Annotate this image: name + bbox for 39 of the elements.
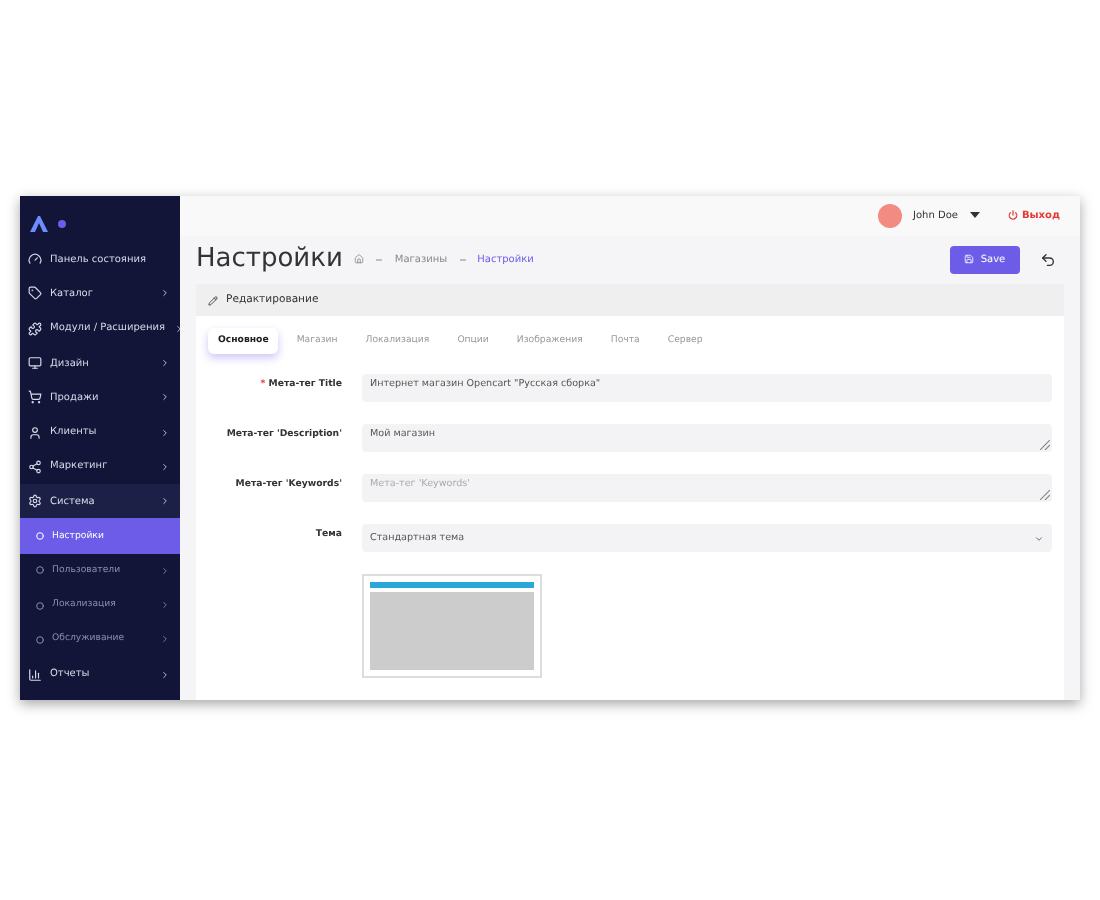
chevron-right-icon — [160, 461, 170, 472]
chevron-right-icon — [160, 634, 170, 645]
cart-icon — [28, 390, 42, 405]
chevron-right-icon — [160, 669, 170, 680]
monitor-icon — [28, 356, 42, 371]
bar-chart-icon — [28, 667, 42, 682]
floppy-disk-icon — [964, 254, 975, 265]
chevron-right-icon — [160, 565, 170, 576]
gauge-icon — [28, 252, 42, 267]
dash-icon — [376, 257, 383, 262]
circle-icon — [36, 635, 44, 644]
chevron-right-icon — [173, 323, 184, 334]
tag-icon — [28, 286, 42, 301]
circle-icon — [36, 532, 44, 541]
avatar[interactable] — [877, 203, 902, 228]
caret-icon — [969, 211, 980, 220]
power-icon — [1007, 210, 1018, 221]
chevron-right-icon — [160, 288, 170, 299]
circle-icon — [36, 566, 44, 575]
logo-icon — [30, 215, 48, 231]
chevron-right-icon — [160, 392, 170, 403]
chevron-right-icon — [160, 496, 170, 507]
circle-icon — [36, 601, 44, 610]
dash-icon — [459, 257, 466, 262]
chevron-right-icon — [160, 427, 170, 438]
chevron-down-icon — [1034, 533, 1044, 543]
resize-grip-icon — [1040, 440, 1050, 450]
share-icon — [28, 459, 42, 474]
resize-grip-icon — [1040, 490, 1050, 500]
home-icon[interactable] — [354, 254, 365, 265]
page-title: Настройки — [196, 244, 343, 275]
settings-icon — [28, 494, 42, 509]
chevron-right-icon — [160, 358, 170, 369]
pencil-icon — [208, 295, 218, 305]
chevron-right-icon — [160, 600, 170, 611]
dot-icon — [58, 219, 66, 227]
puzzle-icon — [28, 321, 42, 336]
undo-arrow-icon — [1040, 251, 1056, 268]
user-icon — [28, 425, 42, 440]
